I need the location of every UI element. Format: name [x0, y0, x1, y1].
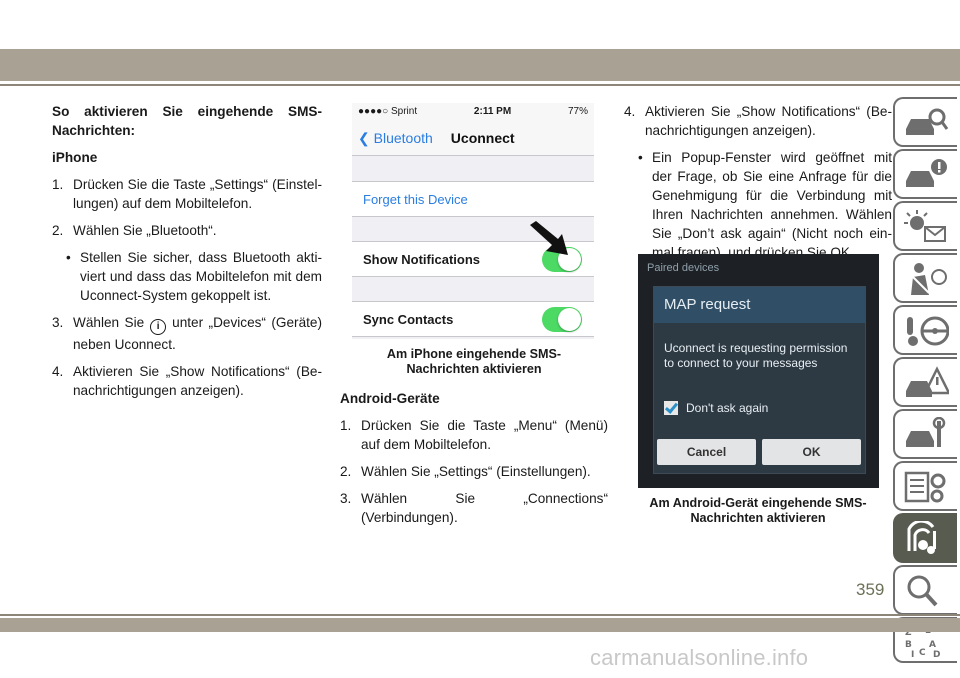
watermark: carmanualsonline.info [590, 645, 809, 670]
step-2: 2. Wählen Sie „Bluetooth“. [52, 221, 322, 240]
step-number: 3. [52, 315, 64, 330]
tab-safety[interactable] [893, 253, 957, 303]
left-column: So aktivieren Sie eingehende SMS-Nachric… [52, 102, 322, 408]
step-number: 1. [340, 418, 352, 433]
status-bar: ●●●●○ Sprint 2:11 PM 77% [352, 103, 594, 121]
svg-text:C: C [919, 648, 926, 658]
svg-text:A: A [929, 640, 936, 650]
svg-text:D: D [933, 650, 940, 660]
checklist-gear-icon [904, 471, 946, 503]
tab-warning-lights[interactable] [893, 201, 957, 251]
footer-band [0, 614, 960, 634]
tab-servicing[interactable] [893, 409, 957, 459]
sync-contacts-label: Sync Contacts [363, 312, 454, 327]
step-number: 2. [52, 223, 64, 238]
step-text: Aktivieren Sie „Show Notifications“ (Be-… [73, 364, 322, 398]
steering-wheel-icon [907, 316, 949, 346]
android-step-2: 2. Wählen Sie „Settings“ (Einstellungen)… [340, 462, 608, 481]
tab-multimedia[interactable] [893, 513, 957, 563]
step-number: 4. [624, 104, 636, 119]
android-step-4: 4. Aktivieren Sie „Show Notifications“ (… [624, 102, 892, 140]
iphone-screenshot: ●●●●○ Sprint 2:11 PM 77% ❮ Bluetooth Uco… [352, 103, 594, 339]
carrier: ●●●●○ Sprint [358, 106, 418, 117]
step-text: Wählen Sie i unter „Devices“ (Geräte) nebe… [73, 313, 322, 354]
step-number: 1. [52, 177, 64, 192]
car-info-icon [906, 159, 947, 187]
bullet-item: • Ein Popup-Fenster wird geöffnet mit de… [638, 148, 892, 262]
step-number: 2. [340, 464, 352, 479]
page-number: 359 [856, 580, 885, 599]
tab-emergency[interactable] [893, 357, 957, 407]
step-text: Drücken Sie die Taste „Settings“ (Einste… [73, 177, 322, 211]
step-text: Drücken Sie die Taste „Menu“ (Menü) auf … [361, 418, 608, 452]
warning-light-message-icon [904, 210, 946, 242]
forget-device-row[interactable]: Forget this Device [352, 181, 594, 217]
nav-bar: ❮ Bluetooth Uconnect [352, 121, 594, 156]
section-heading: So aktivieren Sie eingehende SMS-Nachric… [52, 104, 322, 138]
status-time: 2:11 PM [473, 106, 512, 117]
android-step-1: 1. Drücken Sie die Taste „Menu“ (Menü) a… [340, 416, 608, 454]
bullet-item: • Stellen Sie sicher, dass Bluetooth akt… [66, 248, 322, 305]
paired-devices-label: Paired devices [647, 262, 720, 274]
back-button[interactable]: ❮ Bluetooth [358, 130, 433, 147]
tab-car-info[interactable] [893, 149, 957, 199]
step-text: Aktivieren Sie „Show Notifications“ (Be-… [645, 104, 892, 138]
header-rule [0, 84, 960, 86]
bullet-dot: • [638, 150, 643, 165]
multimedia-icon [907, 521, 936, 554]
android-step-3: 3. Wählen Sie „Connections“ (Verbindunge… [340, 489, 608, 527]
nav-title: Uconnect [450, 130, 515, 146]
header-band [0, 0, 960, 88]
step-number: 4. [52, 364, 64, 379]
svg-text:I: I [911, 650, 914, 660]
android-screenshot: Paired devices MAP request Uconnect is r… [638, 254, 879, 488]
back-label: Bluetooth [373, 129, 433, 146]
tab-search[interactable] [893, 565, 957, 615]
battery-level: 77% [567, 106, 588, 117]
seatbelt-airbag-icon [911, 263, 947, 295]
step-text-pre: Wählen Sie [73, 315, 145, 330]
dont-ask-checkbox[interactable]: Don't ask again [664, 401, 768, 415]
cancel-button[interactable]: Cancel [657, 439, 756, 465]
step-text: Wählen Sie „Bluetooth“. [73, 223, 217, 238]
car-wrench-icon [906, 417, 946, 447]
dialog-title: MAP request [654, 287, 865, 323]
tab-car-magnifier[interactable] [893, 97, 957, 147]
middle-column: Android-Geräte 1. Drücken Sie die Taste … [340, 389, 608, 535]
bullet-text: Stellen Sie sicher, dass Bluetooth akti-… [80, 250, 322, 303]
android-caption: Am Android-Gerät eingehende SMS-Nachrich… [649, 496, 867, 525]
map-request-dialog: MAP request Uconnect is requesting permi… [653, 286, 866, 474]
header-bar [0, 49, 960, 81]
step-4: 4. Aktivieren Sie „Show Notifications“ (… [52, 362, 322, 400]
car-warning-triangle-icon [906, 366, 949, 397]
footer-bar [0, 618, 960, 632]
footer-rule [0, 614, 960, 616]
tab-starting-driving[interactable] [893, 305, 957, 355]
bullet-dot: • [66, 250, 71, 265]
chevron-left-icon: ❮ [358, 129, 374, 146]
sync-contacts-row[interactable]: Sync Contacts [352, 301, 594, 337]
android-heading: Android-Geräte [340, 391, 440, 406]
step-1: 1. Drücken Sie die Taste „Settings“ (Ein… [52, 175, 322, 213]
step-number: 3. [340, 491, 352, 506]
checkbox-checked-icon[interactable] [664, 401, 678, 415]
iphone-caption: Am iPhone eingehende SMS-Nachrichten akt… [386, 347, 562, 376]
svg-text:B: B [905, 640, 912, 650]
tab-technical[interactable] [893, 461, 957, 511]
bullet-text: Ein Popup-Fenster wird geöffnet mit der … [652, 150, 892, 260]
info-icon: i [150, 319, 167, 335]
pointer-arrow-icon [530, 221, 568, 255]
search-icon [907, 575, 938, 607]
step-3: 3. Wählen Sie i unter „Devices“ (Geräte) n… [52, 313, 322, 354]
sync-toggle[interactable] [542, 307, 582, 332]
ok-button[interactable]: OK [762, 439, 861, 465]
dialog-message: Uconnect is requesting permission to con… [664, 341, 848, 370]
iphone-heading: iPhone [52, 150, 98, 165]
checkbox-label: Don't ask again [686, 401, 769, 415]
step-text: Wählen Sie „Settings“ (Einstellungen). [361, 464, 591, 479]
show-notifications-label: Show Notifications [363, 252, 480, 267]
car-magnifier-icon [906, 108, 949, 135]
right-column: 4. Aktivieren Sie „Show Notifications“ (… [624, 102, 892, 270]
step-text: Wählen Sie „Connections“ (Verbindungen). [361, 491, 608, 525]
